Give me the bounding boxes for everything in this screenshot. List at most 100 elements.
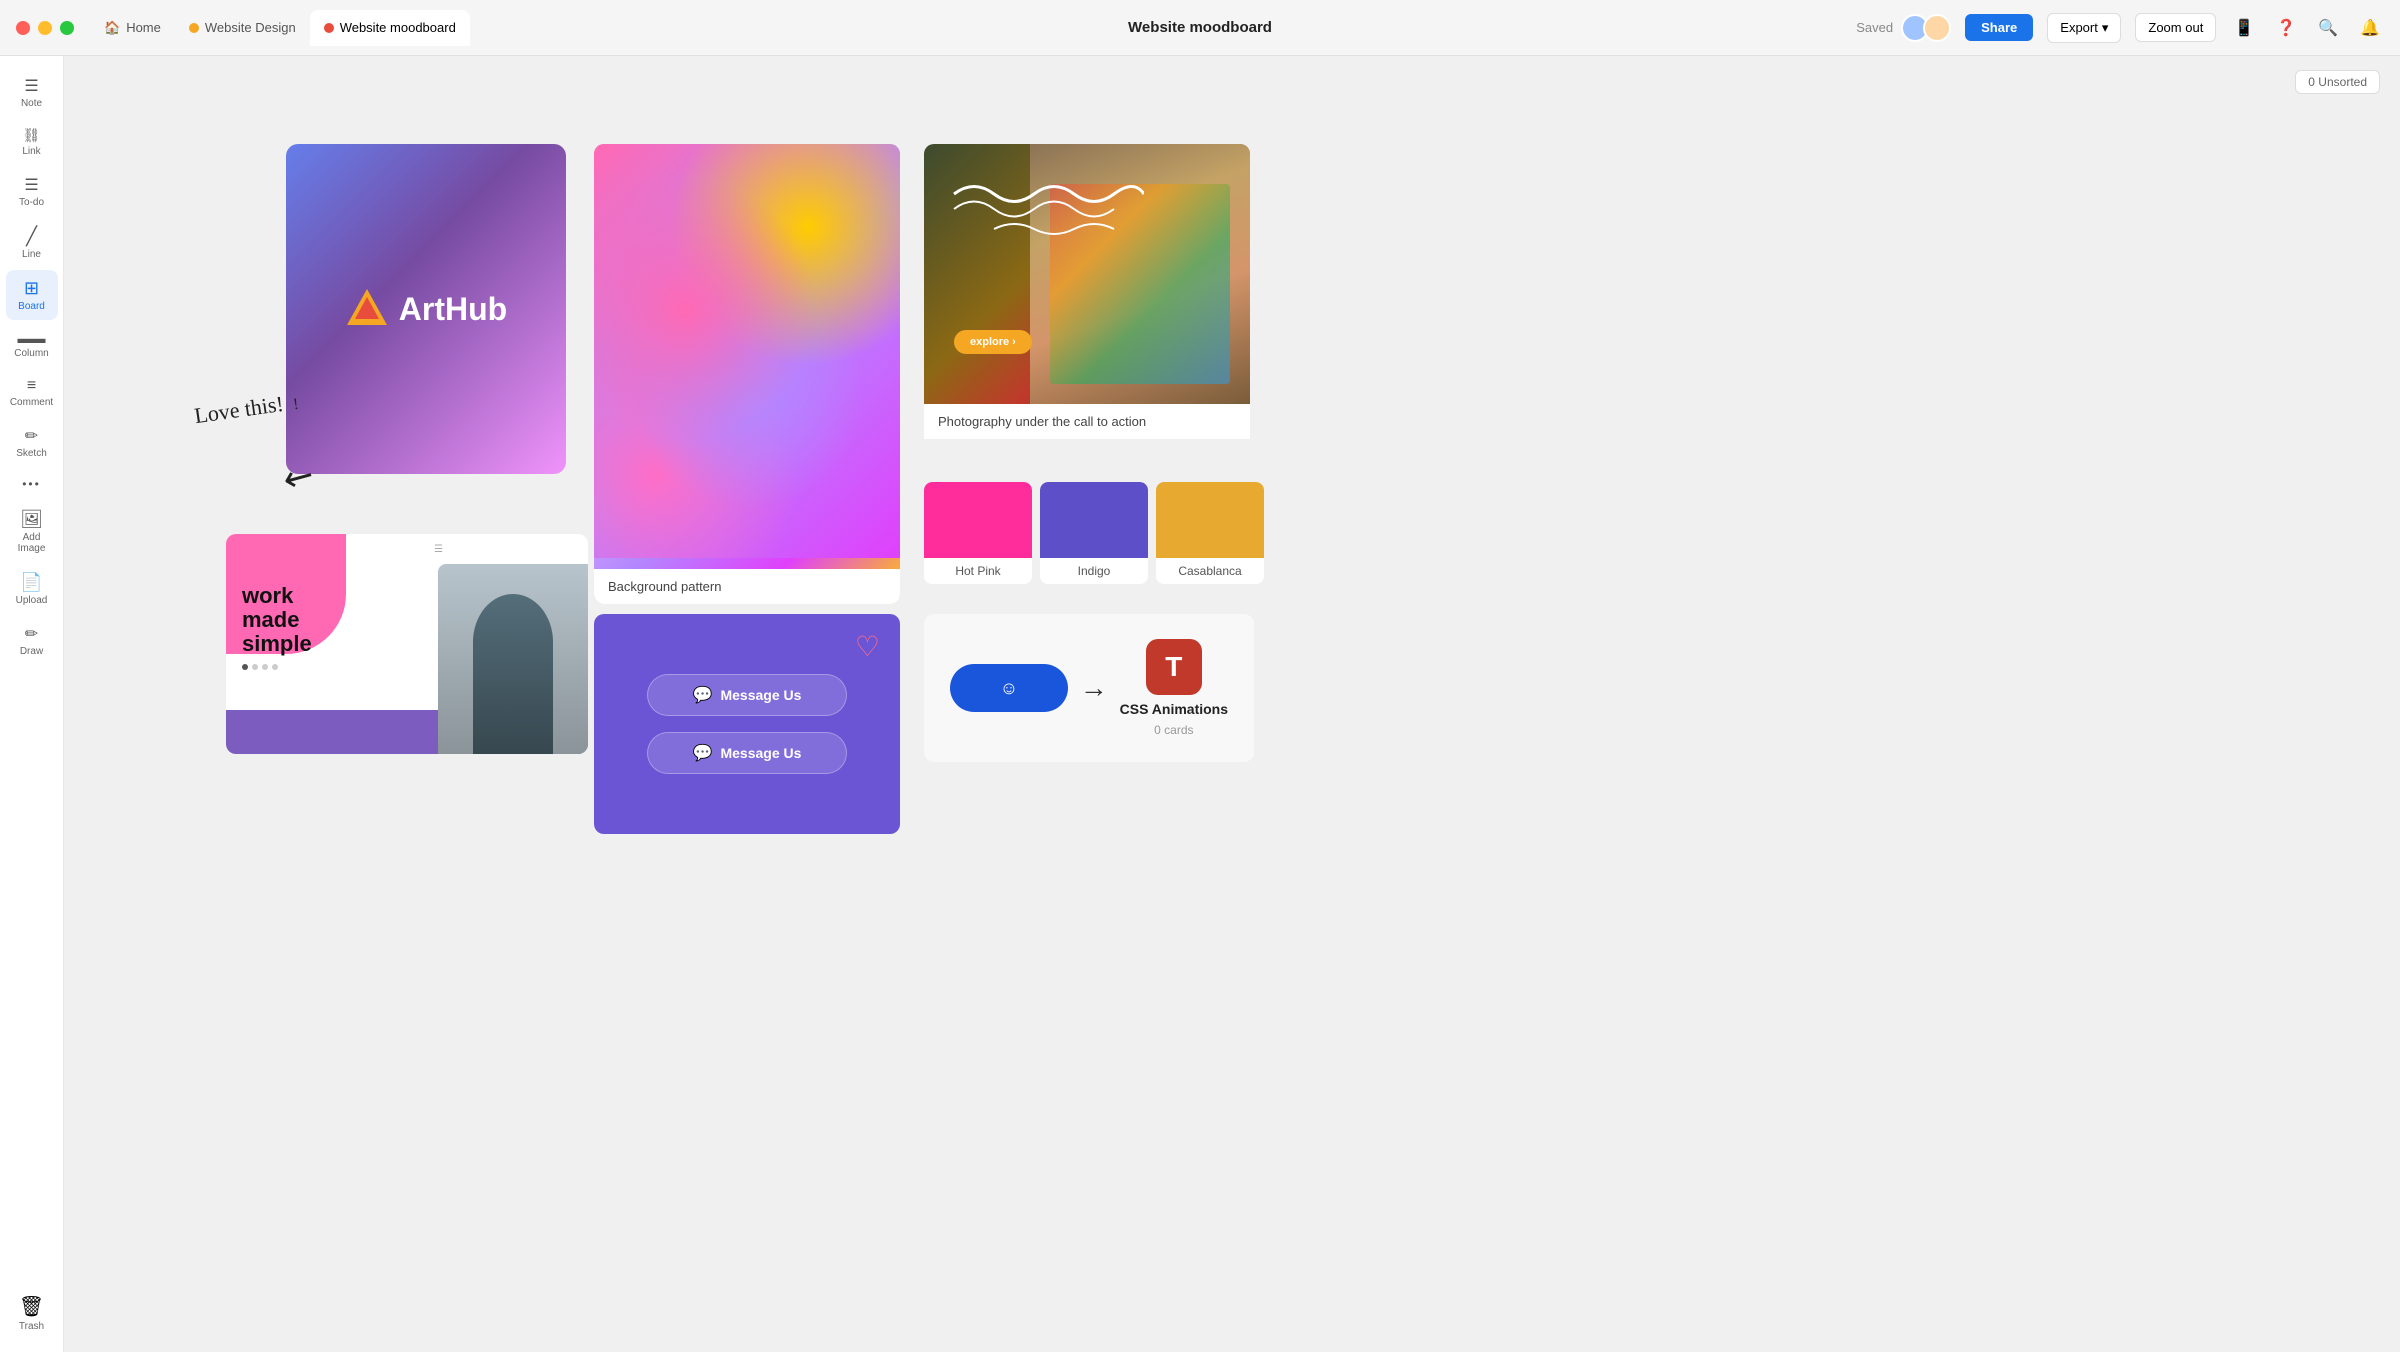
unsorted-label: 0 Unsorted (2308, 75, 2367, 89)
tool-more[interactable]: ••• (6, 469, 58, 499)
tool-line-label: Line (22, 249, 41, 260)
css-smile-icon: ☺ (1000, 678, 1018, 699)
tool-link-label: Link (22, 146, 40, 157)
bg-pattern-card[interactable]: Background pattern (594, 144, 900, 604)
tab-website-moodboard[interactable]: Website moodboard (310, 10, 470, 46)
tool-sketch-label: Sketch (16, 448, 47, 459)
messenger-icon-1: 💬 (693, 685, 713, 705)
tool-upload-label: Upload (16, 595, 48, 606)
work-dots (242, 664, 418, 670)
tool-column[interactable]: ▬▬ Column (6, 322, 58, 367)
close-button[interactable] (16, 21, 30, 35)
arthub-icon (345, 287, 389, 331)
swatch-indigo-color (1040, 482, 1148, 558)
trash-label: Trash (19, 1321, 44, 1332)
tab-home-label: Home (126, 20, 161, 35)
tool-upload[interactable]: 📄 Upload (6, 564, 58, 614)
draw-icon: ✏ (25, 624, 38, 644)
unsorted-badge[interactable]: 0 Unsorted (2295, 70, 2380, 94)
work-card[interactable]: work made simple ☰ (226, 534, 588, 754)
zoom-out-button[interactable]: Zoom out (2135, 13, 2216, 42)
css-animated-button: ☺ (950, 664, 1068, 712)
tool-draw-label: Draw (20, 646, 43, 657)
column-icon: ▬▬ (18, 330, 46, 346)
link-icon: ⛓ (23, 127, 41, 144)
tool-todo[interactable]: ☰ To-do (6, 167, 58, 216)
message-btn-2[interactable]: 💬 Message Us (647, 732, 847, 774)
canvas: 0 Unsorted ArtHub Love this! ! ↙ (64, 56, 2400, 1352)
message-btn-1[interactable]: 💬 Message Us (647, 674, 847, 716)
tool-add-image-label: Add Image (12, 532, 52, 554)
css-icon-box: T CSS Animations 0 cards (1120, 639, 1228, 737)
tool-comment-label: Comment (10, 397, 53, 408)
swatch-indigo-label: Indigo (1040, 558, 1148, 584)
heart-doodle: ♡ (855, 630, 880, 663)
trash-button[interactable]: 🗑 Trash (6, 1286, 58, 1340)
export-button[interactable]: Export ▾ (2047, 13, 2121, 43)
squiggle-lines (944, 174, 1144, 254)
photo-label: Photography under the call to action (924, 404, 1250, 439)
swatch-pink-label: Hot Pink (924, 558, 1032, 584)
todo-icon: ☰ (24, 175, 38, 195)
tab-bar: 🏠 Home Website Design Website moodboard (90, 10, 470, 46)
swatch-pink-color (924, 482, 1032, 558)
search-icon[interactable]: 🔍 (2314, 14, 2342, 42)
more-icon: ••• (22, 477, 41, 491)
tool-board[interactable]: ⊞ Board (6, 270, 58, 320)
tool-link[interactable]: ⛓ Link (6, 119, 58, 165)
css-animations-card[interactable]: ☺ → T CSS Animations 0 cards (924, 614, 1254, 762)
titlebar: 🏠 Home Website Design Website moodboard … (0, 0, 2400, 56)
tool-board-label: Board (18, 301, 45, 312)
line-icon: ╱ (26, 226, 37, 247)
tool-sketch[interactable]: ✏ Sketch (6, 418, 58, 467)
share-button[interactable]: Share (1965, 14, 2033, 41)
minimize-button[interactable] (38, 21, 52, 35)
swatch-hot-pink[interactable]: Hot Pink (924, 482, 1032, 592)
arthub-card[interactable]: ArtHub (286, 144, 566, 474)
tool-draw[interactable]: ✏ Draw (6, 616, 58, 665)
arthub-logo: ArtHub (345, 287, 507, 331)
tab-home[interactable]: 🏠 Home (90, 10, 175, 46)
work-text-1: work (242, 584, 418, 608)
tool-line[interactable]: ╱ Line (6, 218, 58, 268)
swatch-casablanca-label: Casablanca (1156, 558, 1264, 584)
photo-card[interactable]: explore › Photography under the call to … (924, 144, 1250, 460)
tab-website-design-label: Website Design (205, 20, 296, 35)
tab-website-design[interactable]: Website Design (175, 10, 310, 46)
device-icon[interactable]: 📱 (2230, 14, 2258, 42)
canvas-area: 0 Unsorted ArtHub Love this! ! ↙ (64, 56, 2400, 1352)
css-animations-subtitle: 0 cards (1154, 723, 1193, 737)
photo-cta-button[interactable]: explore › (954, 330, 1032, 354)
css-animations-title: CSS Animations (1120, 701, 1228, 717)
page-title: Website moodboard (1128, 19, 1272, 36)
board-icon: ⊞ (24, 278, 39, 299)
dot-3 (262, 664, 268, 670)
tool-todo-label: To-do (19, 197, 44, 208)
tool-note-label: Note (21, 98, 42, 109)
tool-column-label: Column (14, 348, 48, 359)
swatch-indigo[interactable]: Indigo (1040, 482, 1148, 592)
tab-website-moodboard-label: Website moodboard (340, 20, 456, 35)
message-card[interactable]: ♡ 💬 Message Us 💬 Message Us (594, 614, 900, 834)
add-image-icon: 🖼 (20, 509, 43, 530)
help-icon[interactable]: ❓ (2272, 14, 2300, 42)
tool-add-image[interactable]: 🖼 Add Image (6, 501, 58, 562)
home-icon: 🏠 (104, 20, 120, 36)
annotation-text: Love this! ! (193, 389, 300, 429)
arthub-text: ArtHub (399, 291, 507, 328)
notification-icon[interactable]: 🔔 (2356, 14, 2384, 42)
traffic-lights (16, 21, 74, 35)
dot-2 (252, 664, 258, 670)
css-arrow-icon: → (1080, 672, 1108, 704)
dot-4 (272, 664, 278, 670)
tool-comment[interactable]: ≡ Comment (6, 369, 58, 416)
maximize-button[interactable] (60, 21, 74, 35)
tool-note[interactable]: ☰ Note (6, 68, 58, 117)
photo-image: explore › (924, 144, 1250, 404)
work-text-2: made (242, 608, 418, 632)
comment-icon: ≡ (27, 377, 36, 395)
note-icon: ☰ (24, 76, 38, 96)
bg-pattern-label: Background pattern (594, 569, 900, 604)
swatch-casablanca[interactable]: Casablanca (1156, 482, 1264, 592)
photo-cta-label: explore › (970, 336, 1016, 348)
